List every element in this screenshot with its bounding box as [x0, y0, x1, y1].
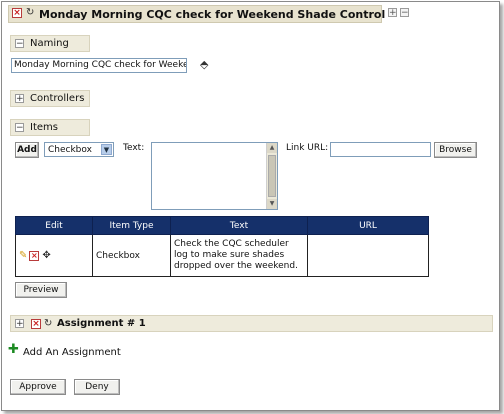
item-text-area[interactable]: ▲ ▼	[151, 142, 278, 210]
collapse-icon[interactable]: −	[400, 8, 409, 18]
browse-button[interactable]: Browse	[434, 142, 477, 158]
items-table: Edit Item Type Text URL ✎ × ✥ Checkbox Che…	[15, 216, 429, 277]
item-type-cell: Checkbox	[92, 234, 171, 277]
expand-icon[interactable]: +	[388, 8, 397, 18]
scroll-thumb[interactable]	[268, 155, 276, 197]
refresh-icon[interactable]: ↻	[44, 318, 55, 329]
name-input[interactable]: Monday Morning CQC check for Weekend	[11, 58, 187, 73]
controllers-section-header[interactable]: + Controllers	[10, 90, 90, 107]
scroll-down-icon[interactable]: ▼	[267, 199, 277, 209]
assignment-section-header[interactable]: + × ↻ Assignment # 1	[10, 315, 493, 332]
window-title: Monday Morning CQC check for Weekend Sha…	[39, 8, 386, 21]
items-section-header[interactable]: − Items	[10, 119, 90, 136]
text-line: dropped over the weekend.	[174, 261, 298, 271]
scrollbar[interactable]: ▲ ▼	[266, 143, 277, 209]
assignment-label: Assignment # 1	[57, 318, 146, 329]
link-url-label: Link URL:	[286, 143, 329, 153]
add-icon[interactable]: ✚	[8, 342, 19, 357]
add-item-button[interactable]: Add	[15, 142, 39, 158]
column-header-text: Text	[170, 216, 308, 235]
column-header-edit: Edit	[15, 216, 93, 235]
item-type-value: Checkbox	[48, 145, 92, 155]
close-icon[interactable]: ×	[12, 8, 22, 18]
link-url-input[interactable]	[330, 142, 431, 157]
refresh-icon[interactable]: ↻	[26, 7, 37, 18]
items-label: Items	[30, 122, 58, 133]
text-cell: Check the CQC scheduler log to make sure…	[170, 234, 308, 277]
naming-section-header[interactable]: − Naming	[10, 35, 90, 52]
move-icon[interactable]: ✥	[42, 250, 50, 261]
expand-toggle-icon[interactable]: +	[15, 319, 24, 329]
collapse-toggle-icon[interactable]: −	[15, 123, 24, 133]
edit-cell: ✎ × ✥	[15, 234, 93, 277]
chevron-down-icon[interactable]: ▼	[101, 144, 112, 155]
title-bar: × ↻ Monday Morning CQC check for Weekend…	[8, 5, 386, 23]
add-assignment-link[interactable]: Add An Assignment	[23, 347, 121, 358]
controllers-label: Controllers	[30, 93, 85, 104]
table-row: ✎ × ✥ Checkbox Check the CQC scheduler log…	[15, 234, 429, 277]
approve-button[interactable]: Approve	[10, 379, 66, 395]
text-line: log to make sure shades	[174, 250, 285, 260]
dialog-frame: × ↻ Monday Morning CQC check for Weekend…	[1, 1, 500, 411]
collapse-toggle-icon[interactable]: −	[15, 39, 24, 49]
item-type-select[interactable]: Checkbox ▼	[44, 142, 114, 157]
spellcheck-icon[interactable]: ⬘	[200, 58, 208, 71]
url-cell	[307, 234, 429, 277]
column-header-item-type: Item Type	[92, 216, 171, 235]
column-header-url: URL	[307, 216, 429, 235]
edit-pencil-icon[interactable]: ✎	[19, 250, 27, 261]
expand-toggle-icon[interactable]: +	[15, 94, 24, 104]
scroll-up-icon[interactable]: ▲	[267, 143, 277, 153]
preview-button[interactable]: Preview	[15, 282, 67, 298]
deny-button[interactable]: Deny	[74, 379, 120, 395]
delete-icon[interactable]: ×	[29, 250, 40, 261]
delete-assignment-icon[interactable]: ×	[31, 319, 41, 329]
text-line: Check the CQC scheduler	[174, 239, 289, 249]
text-label: Text:	[123, 143, 145, 153]
naming-label: Naming	[30, 38, 69, 49]
